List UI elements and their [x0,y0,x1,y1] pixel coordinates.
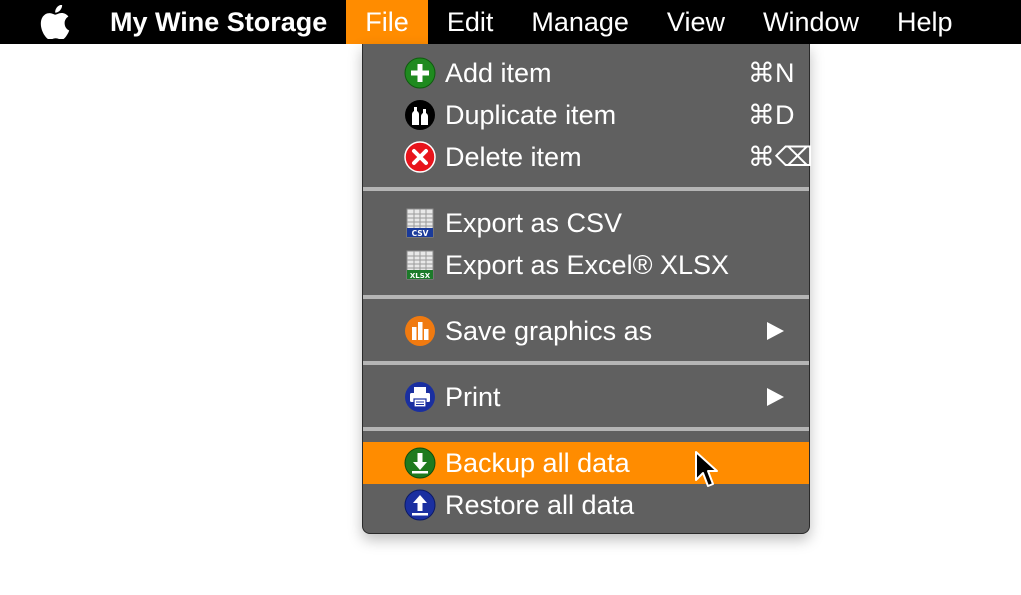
menu-item-export-csv[interactable]: CSV Export as CSV [363,202,809,244]
menu-manage[interactable]: Manage [512,0,648,44]
printer-icon [405,382,435,412]
mouse-cursor-icon [695,451,718,487]
menu-item-label: Restore all data [445,490,635,520]
menu-item-print[interactable]: Print [363,376,809,418]
menu-view[interactable]: View [648,0,744,44]
shortcut-label: ⌘⌫ [748,142,814,172]
menu-window[interactable]: Window [744,0,878,44]
submenu-arrow-icon [767,322,784,340]
shortcut-label: ⌘N [748,58,795,88]
delete-icon [404,141,436,173]
upload-icon [404,489,436,521]
menu-item-export-xlsx[interactable]: XLSX Export as Excel® XLSX [363,244,809,286]
menu-file[interactable]: File [346,0,428,44]
menu-separator [363,295,809,299]
xlsx-file-icon: XLSX [406,250,434,280]
menu-item-save-graphics[interactable]: Save graphics as [363,310,809,352]
menu-item-label: Add item [445,58,552,88]
submenu-arrow-icon [767,388,784,406]
menu-item-label: Delete item [445,142,582,172]
menu-item-label: Backup all data [445,448,630,478]
csv-badge-text: CSV [412,229,429,238]
download-icon [404,447,436,479]
menu-help[interactable]: Help [878,0,972,44]
shortcut-label: ⌘D [748,100,795,130]
menu-item-label: Duplicate item [445,100,617,130]
menu-item-label: Export as CSV [445,208,623,238]
menu-item-backup-all-data[interactable]: Backup all data [363,442,809,484]
app-name-menu[interactable]: My Wine Storage [110,0,346,44]
menu-item-duplicate-item[interactable]: Duplicate item ⌘D [363,94,809,136]
menu-item-label: Export as Excel® XLSX [445,250,730,280]
menu-item-delete-item[interactable]: Delete item ⌘⌫ [363,136,813,178]
menu-item-label: Print [445,382,501,412]
xlsx-badge-text: XLSX [410,272,431,280]
add-icon [404,57,436,89]
menu-separator [363,187,809,191]
menu-separator [363,427,809,431]
csv-file-icon: CSV [406,208,434,238]
menu-bar: My Wine Storage File Edit Manage View Wi… [0,0,1021,44]
menu-item-add-item[interactable]: Add item ⌘N [363,52,809,94]
apple-menu[interactable] [0,0,110,44]
menu-edit[interactable]: Edit [428,0,513,44]
menu-separator [363,361,809,365]
apple-icon [40,5,70,39]
bottles-icon [405,100,435,130]
menu-item-restore-all-data[interactable]: Restore all data [363,484,809,526]
chart-icon [405,316,435,346]
file-menu-dropdown: Add item ⌘N Duplicate item ⌘D Delete ite… [362,44,813,534]
menu-item-label: Save graphics as [445,316,653,346]
